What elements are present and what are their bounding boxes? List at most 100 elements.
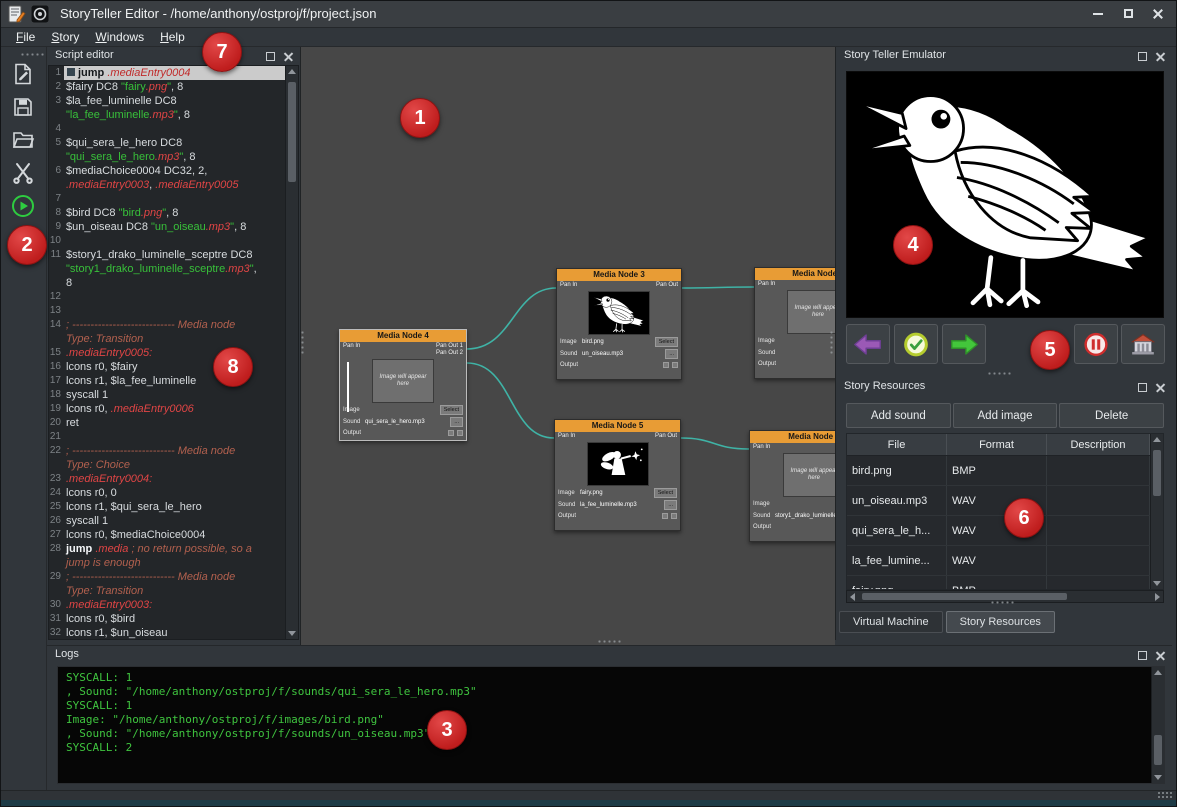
pan-out-port[interactable]: Pan Out <box>656 282 678 289</box>
splitter-handle[interactable] <box>987 371 1013 376</box>
code-line[interactable]: 4 <box>49 122 285 136</box>
pan-in-port[interactable]: Pan In <box>758 281 775 288</box>
code-line[interactable]: 14; ---------------------------- Media n… <box>49 318 285 332</box>
code-line[interactable]: 23.mediaEntry0004: <box>49 472 285 486</box>
node-mini-button[interactable] <box>662 513 668 519</box>
pan-in-port[interactable]: Pan In <box>343 343 360 357</box>
cut-button[interactable] <box>8 158 38 188</box>
code-line[interactable]: "la_fee_luminelle.mp3", 8 <box>49 108 285 122</box>
editor-scrollbar[interactable] <box>285 66 298 639</box>
node-select-button[interactable]: Select <box>440 405 463 415</box>
close-panel-icon[interactable] <box>1155 650 1166 661</box>
pan-out-port[interactable]: Pan Out 1Pan Out 2 <box>436 343 463 357</box>
splitter-handle[interactable] <box>597 639 623 644</box>
code-line[interactable]: 28jump .media ; no return possible, so a <box>49 542 285 556</box>
scroll-up-icon[interactable] <box>1153 437 1161 442</box>
code-line[interactable]: 21 <box>49 430 285 444</box>
code-line[interactable]: 26syscall 1 <box>49 514 285 528</box>
log-console[interactable]: SYSCALL: 1, Sound: "/home/anthony/ostpro… <box>57 666 1165 784</box>
node-mini-button[interactable] <box>663 362 669 368</box>
float-panel-icon[interactable] <box>1137 51 1148 62</box>
code-line[interactable]: 29; ---------------------------- Media n… <box>49 570 285 584</box>
add-image-button[interactable]: Add image <box>953 403 1058 428</box>
delete-button[interactable]: Delete <box>1059 403 1164 428</box>
code-line[interactable]: Type: Transition <box>49 584 285 598</box>
code-line[interactable]: 22; ---------------------------- Media n… <box>49 444 285 458</box>
table-scrollbar-handle[interactable] <box>1153 450 1161 496</box>
resource-row[interactable]: bird.pngBMP <box>847 456 1150 486</box>
menu-help[interactable]: Help <box>152 29 193 45</box>
float-panel-icon[interactable] <box>1137 382 1148 393</box>
hscrollbar-handle[interactable] <box>862 593 1067 600</box>
scroll-down-icon[interactable] <box>1153 581 1161 586</box>
code-line[interactable]: 13 <box>49 304 285 318</box>
splitter-handle[interactable] <box>300 330 305 356</box>
code-line[interactable]: 11$story1_drako_luminelle_sceptre DC8 <box>49 248 285 262</box>
code-line[interactable]: 10 <box>49 234 285 248</box>
close-panel-icon[interactable] <box>283 51 294 62</box>
node-mini-button[interactable] <box>448 430 454 436</box>
resource-row[interactable]: qui_sera_le_h...WAV <box>847 516 1150 546</box>
scroll-right-icon[interactable] <box>1155 593 1160 601</box>
tab-story-resources[interactable]: Story Resources <box>946 611 1055 633</box>
code-line[interactable]: 7 <box>49 192 285 206</box>
code-line[interactable]: jump is enough <box>49 556 285 570</box>
menu-story[interactable]: Story <box>43 29 87 45</box>
code-line[interactable]: 20ret <box>49 416 285 430</box>
code-line[interactable]: 2$fairy DC8 "fairy.png", 8 <box>49 80 285 94</box>
node-mini-button[interactable] <box>671 513 677 519</box>
code-line[interactable]: Type: Choice <box>49 458 285 472</box>
float-panel-icon[interactable] <box>265 51 276 62</box>
run-button[interactable] <box>8 191 38 221</box>
node-select-button[interactable]: ... <box>664 500 677 510</box>
back-button[interactable] <box>846 324 890 364</box>
menu-file[interactable]: File <box>8 29 43 45</box>
scroll-up-icon[interactable] <box>288 69 296 74</box>
column-header[interactable]: Description <box>1047 434 1150 455</box>
code-line[interactable]: 12 <box>49 290 285 304</box>
open-button[interactable] <box>8 125 38 155</box>
code-line[interactable]: 18syscall 1 <box>49 388 285 402</box>
code-line[interactable]: Type: Transition <box>49 332 285 346</box>
media-node[interactable]: Media Node 4Pan InPan Out 1Pan Out 2Imag… <box>339 329 467 441</box>
home-button[interactable] <box>1121 324 1165 364</box>
media-node[interactable]: Media Node 5Pan InPan OutImagefairy.pngS… <box>554 419 681 531</box>
code-line[interactable]: "story1_drako_luminelle_sceptre.mp3", <box>49 262 285 276</box>
close-button[interactable] <box>1143 3 1173 25</box>
code-line[interactable]: 8 <box>49 276 285 290</box>
media-node[interactable]: Media Node 2Pan InPan OutImage will appe… <box>749 430 835 542</box>
code-line[interactable]: 19lcons r0, .mediaEntry0006 <box>49 402 285 416</box>
float-panel-icon[interactable] <box>1137 650 1148 661</box>
node-select-button[interactable]: Select <box>655 337 678 347</box>
code-line[interactable]: 8$bird DC8 "bird.png", 8 <box>49 206 285 220</box>
resource-row[interactable]: un_oiseau.mp3WAV <box>847 486 1150 516</box>
code-line[interactable]: 9$un_oiseau DC8 "un_oiseau.mp3", 8 <box>49 220 285 234</box>
media-node[interactable]: Media Node 3Pan InPan OutImagebird.pngSe… <box>556 268 682 380</box>
code-line[interactable]: .mediaEntry0003, .mediaEntry0005 <box>49 178 285 192</box>
splitter-handle[interactable] <box>990 600 1016 605</box>
close-panel-icon[interactable] <box>1155 382 1166 393</box>
pan-out-port[interactable]: Pan Out <box>655 433 677 440</box>
code-line[interactable]: 25lcons r1, $qui_sera_le_hero <box>49 500 285 514</box>
code-editor[interactable]: 1jump .mediaEntry00042$fairy DC8 "fairy.… <box>48 65 299 640</box>
scroll-down-icon[interactable] <box>1154 775 1162 780</box>
code-line[interactable]: 1jump .mediaEntry0004 <box>49 66 285 80</box>
pan-in-port[interactable]: Pan In <box>560 282 577 289</box>
code-line[interactable]: 6$mediaChoice0004 DC32, 2, <box>49 164 285 178</box>
code-line[interactable]: 30.mediaEntry0003: <box>49 598 285 612</box>
scroll-left-icon[interactable] <box>850 593 855 601</box>
pan-in-port[interactable]: Pan In <box>753 444 770 451</box>
scroll-up-icon[interactable] <box>1154 670 1162 675</box>
confirm-button[interactable] <box>894 324 938 364</box>
add-sound-button[interactable]: Add sound <box>846 403 951 428</box>
close-panel-icon[interactable] <box>1155 51 1166 62</box>
code-line[interactable]: 32lcons r1, $un_oiseau <box>49 626 285 640</box>
tab-virtual-machine[interactable]: Virtual Machine <box>839 611 943 633</box>
resource-row[interactable]: la_fee_lumine...WAV <box>847 546 1150 576</box>
code-line[interactable]: 24lcons r0, 0 <box>49 486 285 500</box>
code-line[interactable]: 31lcons r0, $bird <box>49 612 285 626</box>
minimize-button[interactable] <box>1083 3 1113 25</box>
logs-scrollbar[interactable] <box>1151 667 1164 783</box>
column-header[interactable]: Format <box>947 434 1047 455</box>
maximize-button[interactable] <box>1113 3 1143 25</box>
